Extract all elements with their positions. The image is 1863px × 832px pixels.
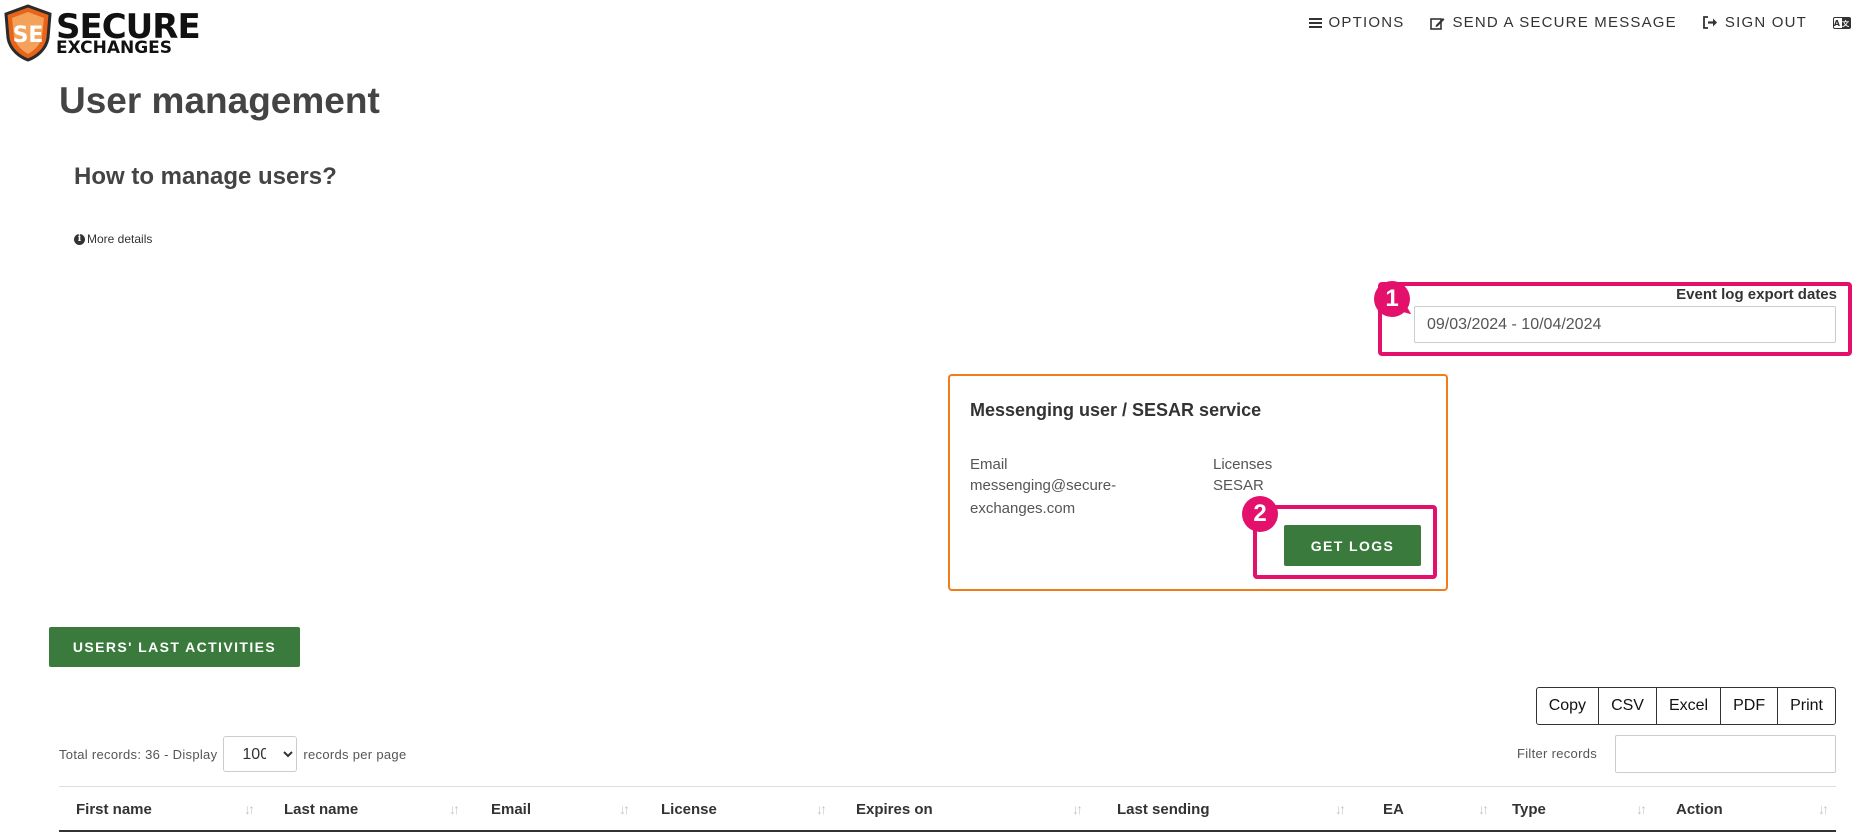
sort-icon: ↓↑ bbox=[1818, 801, 1829, 817]
column-action[interactable]: Action ↓↑ bbox=[1676, 787, 1836, 831]
column-license[interactable]: License ↓↑ bbox=[661, 787, 841, 831]
nav-options[interactable]: OPTIONS bbox=[1308, 14, 1405, 31]
licenses-label: Licenses bbox=[1213, 456, 1273, 473]
logo-text: SECURE EXCHANGES bbox=[56, 10, 201, 57]
column-last-sending-label: Last sending bbox=[1117, 800, 1210, 818]
nav-options-label: OPTIONS bbox=[1328, 14, 1405, 31]
email-value-line1: messenging@secure- bbox=[970, 477, 1117, 494]
column-action-label: Action bbox=[1676, 800, 1723, 818]
step-badge-1: 1 bbox=[1374, 281, 1410, 317]
top-navigation: OPTIONS SEND A SECURE MESSAGE SIGN OUT A… bbox=[1308, 14, 1851, 31]
nav-send-message-label: SEND A SECURE MESSAGE bbox=[1452, 14, 1677, 31]
page-title: User management bbox=[59, 80, 380, 121]
step-badge-2: 2 bbox=[1242, 496, 1278, 532]
language-button[interactable]: A 文 bbox=[1833, 16, 1851, 29]
column-ea-label: EA bbox=[1383, 800, 1404, 818]
records-per-page-select[interactable]: 100 bbox=[223, 736, 298, 772]
sort-icon: ↓↑ bbox=[1335, 801, 1346, 817]
translate-icon: A 文 bbox=[1833, 16, 1851, 29]
licenses-value: SESAR bbox=[1213, 477, 1264, 494]
more-details-label: More details bbox=[87, 232, 153, 246]
edit-icon bbox=[1430, 17, 1445, 30]
column-ea[interactable]: EA ↓↑ bbox=[1383, 787, 1503, 831]
column-license-label: License bbox=[661, 800, 717, 818]
filter-records-input[interactable] bbox=[1615, 735, 1836, 773]
service-card-title: Messenging user / SESAR service bbox=[970, 400, 1262, 420]
menu-icon bbox=[1308, 17, 1322, 28]
shield-logo-icon: SE bbox=[4, 4, 52, 62]
column-last-sending[interactable]: Last sending ↓↑ bbox=[1117, 787, 1357, 831]
users-last-activities-button[interactable]: USERS' LAST ACTIVITIES bbox=[49, 627, 300, 667]
pdf-button[interactable]: PDF bbox=[1720, 687, 1779, 725]
column-first-name-label: First name bbox=[76, 800, 152, 818]
nav-sign-out-label: SIGN OUT bbox=[1724, 14, 1807, 31]
sort-icon: ↓↑ bbox=[244, 801, 255, 817]
export-button-group: Copy CSV Excel PDF Print bbox=[1535, 687, 1836, 725]
copy-button[interactable]: Copy bbox=[1535, 687, 1600, 725]
svg-text:A: A bbox=[1834, 19, 1841, 28]
svg-text:文: 文 bbox=[1842, 19, 1850, 28]
column-expires-on-label: Expires on bbox=[856, 800, 933, 818]
nav-sign-out[interactable]: SIGN OUT bbox=[1702, 14, 1807, 31]
sort-icon: ↓↑ bbox=[619, 801, 630, 817]
info-icon: i bbox=[74, 233, 85, 245]
column-type[interactable]: Type ↓↑ bbox=[1512, 787, 1652, 831]
get-logs-button[interactable]: GET LOGS bbox=[1284, 525, 1421, 566]
print-button[interactable]: Print bbox=[1777, 687, 1836, 725]
column-type-label: Type bbox=[1512, 800, 1546, 818]
records-info: Total records: 36 - Display 100 records … bbox=[59, 736, 406, 772]
column-email-label: Email bbox=[491, 800, 532, 818]
records-prefix: Total records: 36 - Display bbox=[59, 746, 218, 762]
csv-button[interactable]: CSV bbox=[1598, 687, 1657, 725]
excel-button[interactable]: Excel bbox=[1655, 687, 1722, 725]
event-log-label: Event log export dates bbox=[1676, 286, 1837, 303]
svg-text:SE: SE bbox=[13, 23, 44, 48]
sort-icon: ↓↑ bbox=[816, 801, 827, 817]
date-range-input[interactable] bbox=[1414, 306, 1836, 343]
filter-label: Filter records bbox=[1517, 746, 1598, 761]
nav-send-message[interactable]: SEND A SECURE MESSAGE bbox=[1430, 14, 1676, 31]
users-table-header: First name ↓↑ Last name ↓↑ Email ↓↑ Lice… bbox=[59, 786, 1836, 832]
column-expires-on[interactable]: Expires on ↓↑ bbox=[856, 787, 1096, 831]
column-last-name-label: Last name bbox=[284, 800, 359, 818]
logo[interactable]: SE SECURE EXCHANGES bbox=[2, 4, 201, 64]
records-suffix: records per page bbox=[303, 746, 407, 762]
sort-icon: ↓↑ bbox=[1636, 801, 1647, 817]
sort-icon: ↓↑ bbox=[1072, 801, 1083, 817]
column-last-name[interactable]: Last name ↓↑ bbox=[284, 787, 474, 831]
more-details-link[interactable]: i More details bbox=[74, 232, 152, 246]
email-value: messenging@secure- exchanges.com bbox=[970, 474, 1116, 520]
email-value-line2: exchanges.com bbox=[970, 500, 1076, 517]
column-email[interactable]: Email ↓↑ bbox=[491, 787, 641, 831]
column-first-name[interactable]: First name ↓↑ bbox=[76, 787, 266, 831]
email-label: Email bbox=[970, 456, 1008, 473]
sort-icon: ↓↑ bbox=[449, 801, 460, 817]
help-title: How to manage users? bbox=[74, 163, 337, 190]
sort-icon: ↓↑ bbox=[1478, 801, 1489, 817]
sign-out-icon bbox=[1702, 16, 1717, 29]
